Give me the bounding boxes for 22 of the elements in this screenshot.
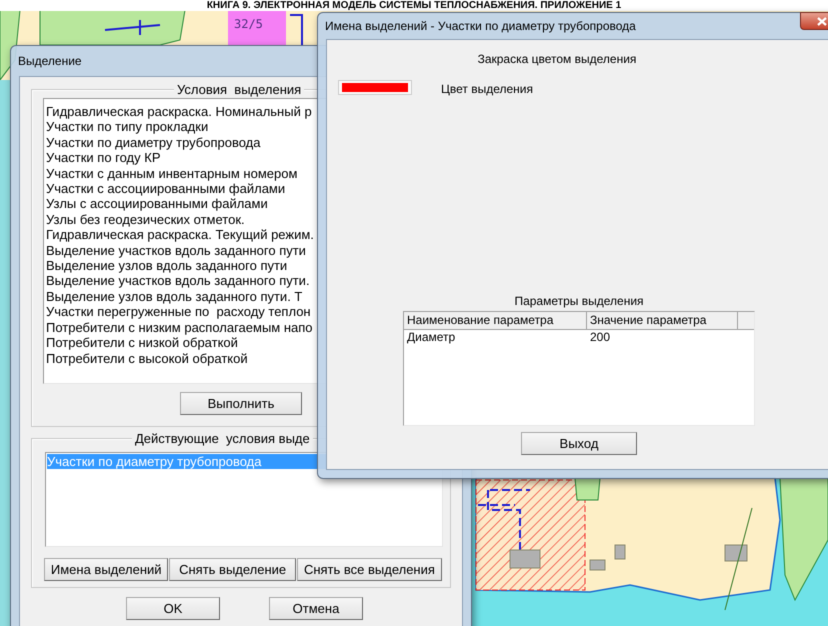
section-heading: Параметры выделения — [513, 294, 645, 309]
map-label: 32/5 — [234, 17, 263, 31]
action-button[interactable]: Снять все выделения — [296, 558, 442, 581]
section-heading: Закраска цветом выделения — [476, 52, 638, 67]
close-icon — [817, 16, 827, 26]
dialog-button[interactable]: Отмена — [269, 597, 363, 620]
window-title: Выделение — [18, 54, 82, 68]
column-header[interactable]: Значение параметра — [587, 312, 738, 329]
dialog-button[interactable]: OK — [126, 597, 220, 620]
column-header[interactable]: Наименование параметра — [404, 312, 587, 329]
table-cell-text: Диаметр — [406, 330, 456, 345]
action-button[interactable]: Имена выделений — [44, 558, 168, 581]
color-swatch[interactable] — [338, 80, 412, 94]
action-button[interactable]: Снять выделение — [169, 558, 296, 581]
exit-button[interactable]: Выход — [521, 432, 637, 455]
group-title: Действующие условия выде — [132, 431, 313, 446]
execute-button[interactable]: Выполнить — [180, 392, 302, 415]
table-cell-text: 200 — [589, 330, 612, 345]
swatch-label: Цвет выделения — [441, 82, 534, 96]
group-title: Условия выделения — [174, 82, 304, 97]
window-title: Имена выделений - Участки по диаметру трубопровода — [325, 19, 636, 33]
document-header: КНИГА 9. ЭЛЕКТРОННАЯ МОДЕЛЬ СИСТЕМЫ ТЕПЛОСНАБЖЕНИЯ. ПРИЛОЖЕНИЕ 1 — [0, 0, 828, 11]
